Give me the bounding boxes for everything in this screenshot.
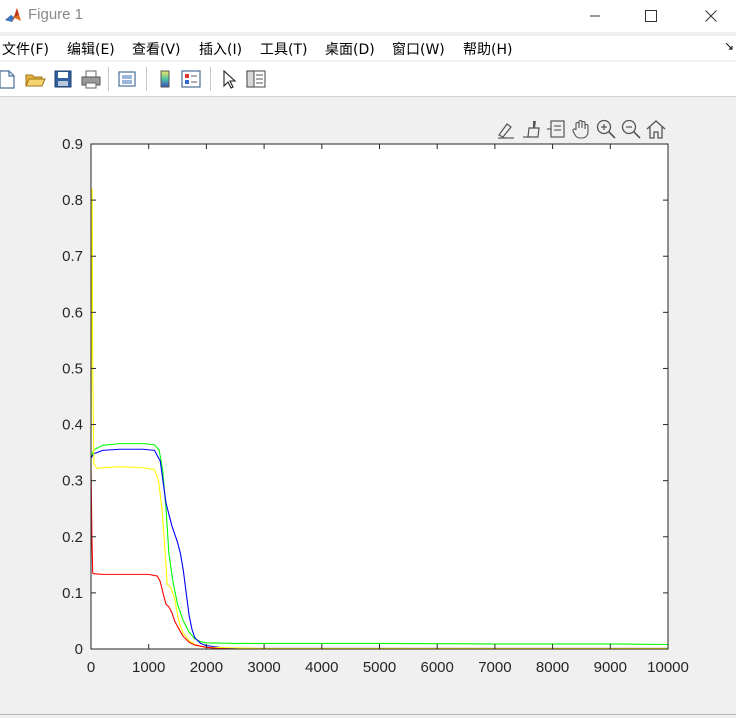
close-icon [705,10,717,22]
y-tick-label: 0.2 [62,529,83,546]
edit-plot-icon[interactable] [218,68,240,90]
y-tick-label: 0.9 [62,136,83,153]
save-icon[interactable] [52,68,74,90]
toolbar-separator [146,67,147,91]
toolbar-separator [210,67,211,91]
maximize-icon [645,10,657,22]
matlab-logo-icon [4,6,22,24]
x-tick-label: 5000 [363,659,396,676]
x-tick-label: 1000 [132,659,165,676]
x-tick-label: 9000 [594,659,627,676]
menu-edit[interactable]: 编辑(E) [67,39,115,59]
x-tick-label: 7000 [478,659,511,676]
menu-bar: 文件(F) 编辑(E) 查看(V) 插入(I) 工具(T) 桌面(D) 窗口(W… [0,36,736,60]
open-file-icon[interactable] [24,68,46,90]
y-tick-label: 0.3 [62,473,83,490]
minimize-button[interactable] [572,0,618,32]
x-tick-label: 8000 [536,659,569,676]
window-bottom-border [0,714,736,715]
y-tick-label: 0 [75,641,83,658]
menu-insert[interactable]: 插入(I) [199,39,242,59]
title-bar: Figure 1 [0,0,736,32]
new-figure-icon[interactable] [0,68,18,90]
menu-window[interactable]: 窗口(W) [392,39,445,59]
y-tick-label: 0.6 [62,304,83,321]
legend-icon[interactable] [180,68,202,90]
property-inspector-icon[interactable] [245,68,267,90]
colorbar-icon[interactable] [154,68,176,90]
x-tick-label: 3000 [247,659,280,676]
print-icon[interactable] [80,68,102,90]
window-title: Figure 1 [28,6,84,23]
figure-toolbar [0,62,736,97]
menu-help[interactable]: 帮助(H) [463,39,512,59]
menu-tools[interactable]: 工具(T) [260,39,307,59]
dock-arrow-icon[interactable]: ↘ [724,39,734,53]
close-button[interactable] [688,0,734,32]
maximize-button[interactable] [628,0,674,32]
axes-background [91,144,668,649]
x-tick-label: 10000 [647,659,689,676]
x-tick-label: 2000 [190,659,223,676]
x-tick-label: 0 [87,659,95,676]
x-tick-label: 6000 [421,659,454,676]
y-tick-label: 0.8 [62,192,83,209]
y-tick-label: 0.7 [62,248,83,265]
figure-canvas: 0 1000 2000 3000 4000 5000 6000 7000 8000 9000 100… [62,136,689,676]
link-plot-icon[interactable] [116,68,138,90]
toolbar-separator [108,67,109,91]
y-tick-label: 0.5 [62,360,83,377]
menu-file[interactable]: 文件(F) [2,39,49,59]
y-tick-label: 0.1 [62,585,83,602]
menu-view[interactable]: 查看(V) [132,39,181,59]
y-tick-label: 0.4 [62,417,83,434]
menu-desktop[interactable]: 桌面(D) [325,39,375,59]
x-tick-label: 4000 [305,659,338,676]
minimize-icon [590,15,600,17]
